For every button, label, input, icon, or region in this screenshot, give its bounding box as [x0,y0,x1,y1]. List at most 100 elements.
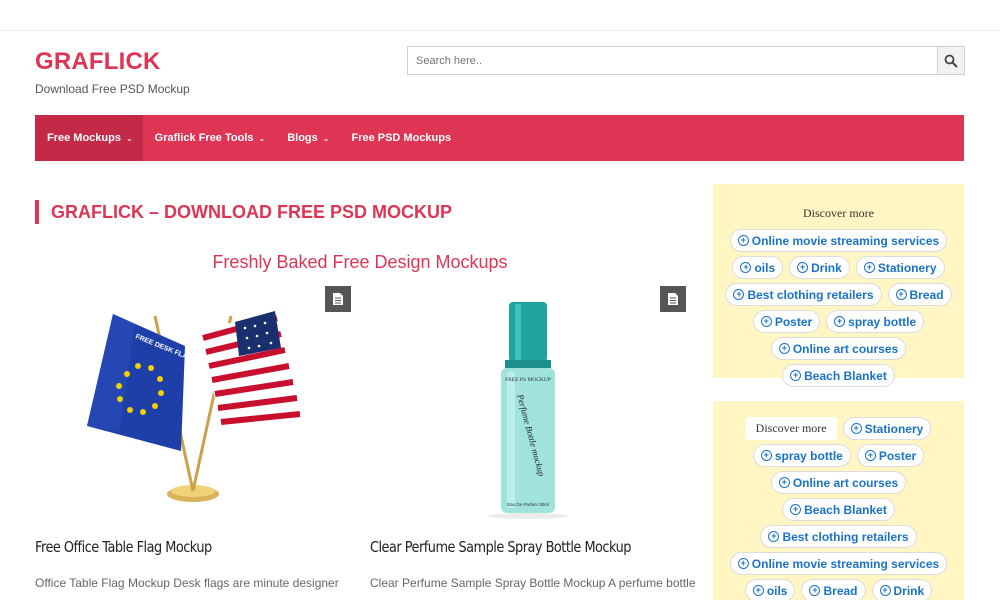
post-excerpt: Office Table Flag Mockup Desk flags are … [35,576,339,590]
chip-label: oils [766,583,788,598]
topic-chip[interactable]: + Bread [801,579,866,600]
top-strip [0,0,1000,31]
chip-label: Poster [878,448,917,463]
search-input[interactable] [407,46,937,75]
nav-item-free-psd-mockups[interactable]: Free PSD Mockups [339,115,461,161]
plus-circle-icon: + [864,450,876,461]
post-card-perfume: FREE PS MOCKUP Perfume Bottle mockup Eau… [370,286,696,590]
plus-circle-icon: + [790,370,802,381]
chip-label: Online art courses [792,341,899,356]
plus-circle-icon: + [733,289,745,300]
topic-chip[interactable]: + Poster [752,310,821,333]
page-title: GRAFLICK – DOWNLOAD FREE PSD MOCKUP [35,200,452,224]
chip-label: Best clothing retailers [782,529,909,544]
chip-label: Drink [893,583,925,598]
site-tagline: Download Free PSD Mockup [35,82,190,96]
chip-label: Stationery [877,260,937,275]
topic-chip[interactable]: + Online art courses [770,337,907,360]
section-subheading: Freshly Baked Free Design Mockups [212,252,508,272]
topic-chip[interactable]: + Drink [871,579,933,600]
plus-circle-icon: + [737,235,749,246]
post-title[interactable]: Free Office Table Flag Mockup [35,538,212,556]
plus-circle-icon: + [778,343,790,354]
topic-chip[interactable]: + Beach Blanket [782,364,895,387]
topic-chip[interactable]: + oils [744,579,796,600]
chip-label: Drink [811,260,842,275]
bottle-label-text: FREE PS MOCKUP [505,377,551,383]
topic-chip[interactable]: + Online art courses [770,471,907,494]
post-thumbnail[interactable]: FREE PS MOCKUP Perfume Bottle mockup Eau… [370,286,686,522]
chip-label: Online movie streaming services [751,556,940,571]
chevron-down-icon: ⌄ [258,133,266,143]
chip-label: Online movie streaming services [751,233,940,248]
plus-circle-icon: + [752,585,764,596]
topic-chip[interactable]: + spray bottle [826,310,925,333]
plus-circle-icon: + [737,558,749,569]
chip-label: spray bottle [848,314,917,329]
chip-label: spray bottle [774,448,843,463]
plus-circle-icon: + [740,262,752,273]
topic-chip[interactable]: + Bread [887,283,952,306]
topic-chip[interactable]: + Best clothing retailers [760,525,917,548]
document-icon[interactable] [325,286,351,312]
chevron-down-icon: ⌄ [322,133,330,143]
chevron-down-icon: ⌄ [125,133,133,143]
plus-circle-icon: + [760,450,772,461]
search-button[interactable] [937,46,965,75]
post-thumbnail[interactable]: FREE DESK FLAG MOCKUP [35,286,351,522]
chip-label: Best clothing retailers [747,287,874,302]
plus-circle-icon: + [879,585,891,596]
plus-circle-icon: + [895,289,907,300]
post-card-flag: FREE DESK FLAG MOCKUP Free Office Table … [35,286,351,590]
chip-label: Beach Blanket [804,502,887,517]
topic-chip[interactable]: + Online movie streaming services [729,552,948,575]
chip-label: Bread [909,287,944,302]
file-icon [333,293,343,305]
discover-more-label: Discover more [803,206,874,220]
plus-circle-icon: + [834,316,846,327]
plus-circle-icon: + [863,262,875,273]
topic-chip[interactable]: + Drink [789,256,850,279]
nav-item-blogs[interactable]: Blogs ⌄ [275,115,339,161]
nav-item-label: Free PSD Mockups [351,132,452,144]
topic-chip[interactable]: + Stationery [842,417,932,440]
plus-circle-icon: + [790,504,802,515]
nav-item-label: Graflick Free Tools [154,132,254,144]
site-logo[interactable]: GRAFLICK [35,48,161,76]
topic-chip[interactable]: + Best clothing retailers [725,283,882,306]
chip-label: Online art courses [792,475,899,490]
discover-more-box: Discover more + Stationery + spray bottle … [713,401,964,600]
plus-circle-icon: + [778,477,790,488]
document-icon[interactable] [660,286,686,312]
topic-chip[interactable]: + spray bottle [752,444,851,467]
post-title[interactable]: Clear Perfume Sample Spray Bottle Mockup [370,538,631,556]
main-nav: Free Mockups ⌄ Graflick Free Tools ⌄ Blo… [35,115,964,161]
discover-more-label: Discover more [745,417,837,440]
search-icon [944,54,958,68]
topic-chip[interactable]: + Beach Blanket [782,498,895,521]
nav-item-free-mockups[interactable]: Free Mockups ⌄ [35,115,143,161]
discover-more-box: Discover more + Online movie streaming se… [713,184,964,387]
chip-label: Beach Blanket [804,368,887,383]
chip-label: Bread [823,583,858,598]
plus-circle-icon: + [760,316,772,327]
plus-circle-icon: + [768,531,780,542]
nav-item-label: Blogs [287,132,318,144]
topic-chip[interactable]: + Online movie streaming services [729,229,948,252]
nav-item-label: Free Mockups [47,132,121,144]
topic-chip[interactable]: + Poster [856,444,925,467]
post-excerpt: Clear Perfume Sample Spray Bottle Mockup… [370,576,696,590]
plus-circle-icon: + [809,585,821,596]
bottle-foot-text: Eau De Parfum 30ml [507,502,549,507]
perfume-bottle-image: FREE PS MOCKUP Perfume Bottle mockup Eau… [488,302,568,519]
topic-chip[interactable]: + oils [732,256,784,279]
plus-circle-icon: + [797,262,809,273]
chip-label: oils [754,260,776,275]
chip-label: Poster [774,314,813,329]
plus-circle-icon: + [850,423,862,434]
desk-flag-image: FREE DESK FLAG MOCKUP [87,311,301,502]
chip-label: Stationery [864,421,924,436]
file-icon [668,293,678,305]
nav-item-graflick-free-tools[interactable]: Graflick Free Tools ⌄ [143,115,276,161]
topic-chip[interactable]: + Stationery [855,256,945,279]
